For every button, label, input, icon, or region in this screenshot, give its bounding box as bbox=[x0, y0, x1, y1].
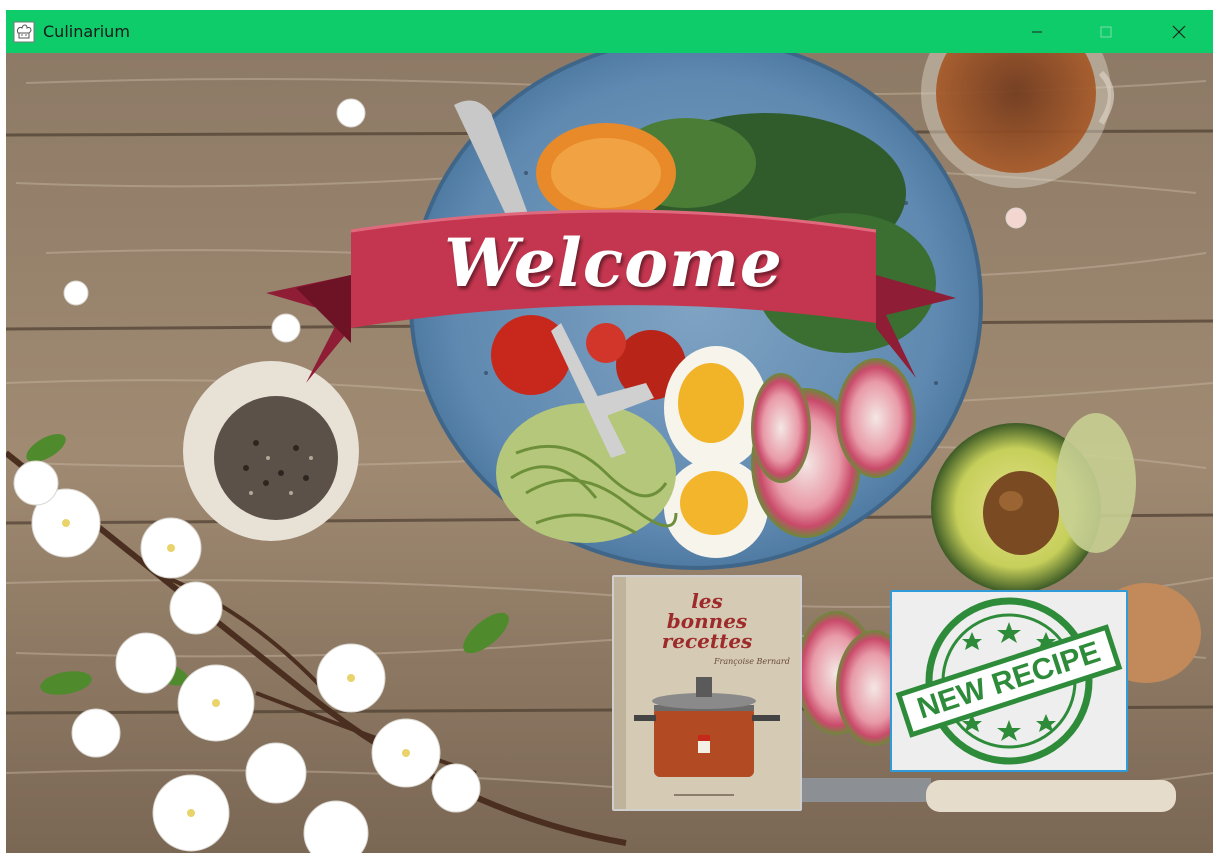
cookbook-title-line1: les bbox=[691, 589, 723, 613]
maximize-icon bbox=[1100, 26, 1112, 37]
cookbook-title-line3: recettes bbox=[661, 629, 753, 653]
cookbook-title: les bonnes recettes bbox=[614, 591, 800, 651]
welcome-banner-label-wrap: Welcome bbox=[351, 218, 876, 308]
recipes-book-button[interactable]: les bonnes recettes Françoise Bernard bbox=[612, 575, 802, 811]
new-recipe-stamp-text: NEW RECIPE bbox=[913, 635, 1105, 726]
cookbook-title-line2: bonnes bbox=[666, 609, 748, 633]
window-title: Culinarium bbox=[43, 22, 130, 41]
main-content: Welcome les bonnes recettes Françoise Be… bbox=[6, 53, 1213, 853]
close-icon bbox=[1172, 25, 1186, 38]
maximize-button[interactable] bbox=[1083, 10, 1129, 53]
new-recipe-stamp-label-wrap: NEW RECIPE bbox=[892, 592, 1126, 770]
welcome-text: Welcome bbox=[444, 224, 783, 302]
minimize-icon bbox=[1032, 31, 1042, 32]
cookbook-signature: Françoise Bernard bbox=[714, 657, 790, 666]
close-button[interactable] bbox=[1156, 10, 1202, 53]
chef-hat-icon bbox=[13, 21, 35, 43]
title-bar[interactable]: Culinarium bbox=[6, 10, 1213, 53]
minimize-button[interactable] bbox=[1014, 10, 1060, 53]
app-window: Culinarium Welcome les bonnes recettes F… bbox=[6, 10, 1213, 853]
new-recipe-button[interactable]: NEW RECIPE bbox=[890, 590, 1128, 772]
